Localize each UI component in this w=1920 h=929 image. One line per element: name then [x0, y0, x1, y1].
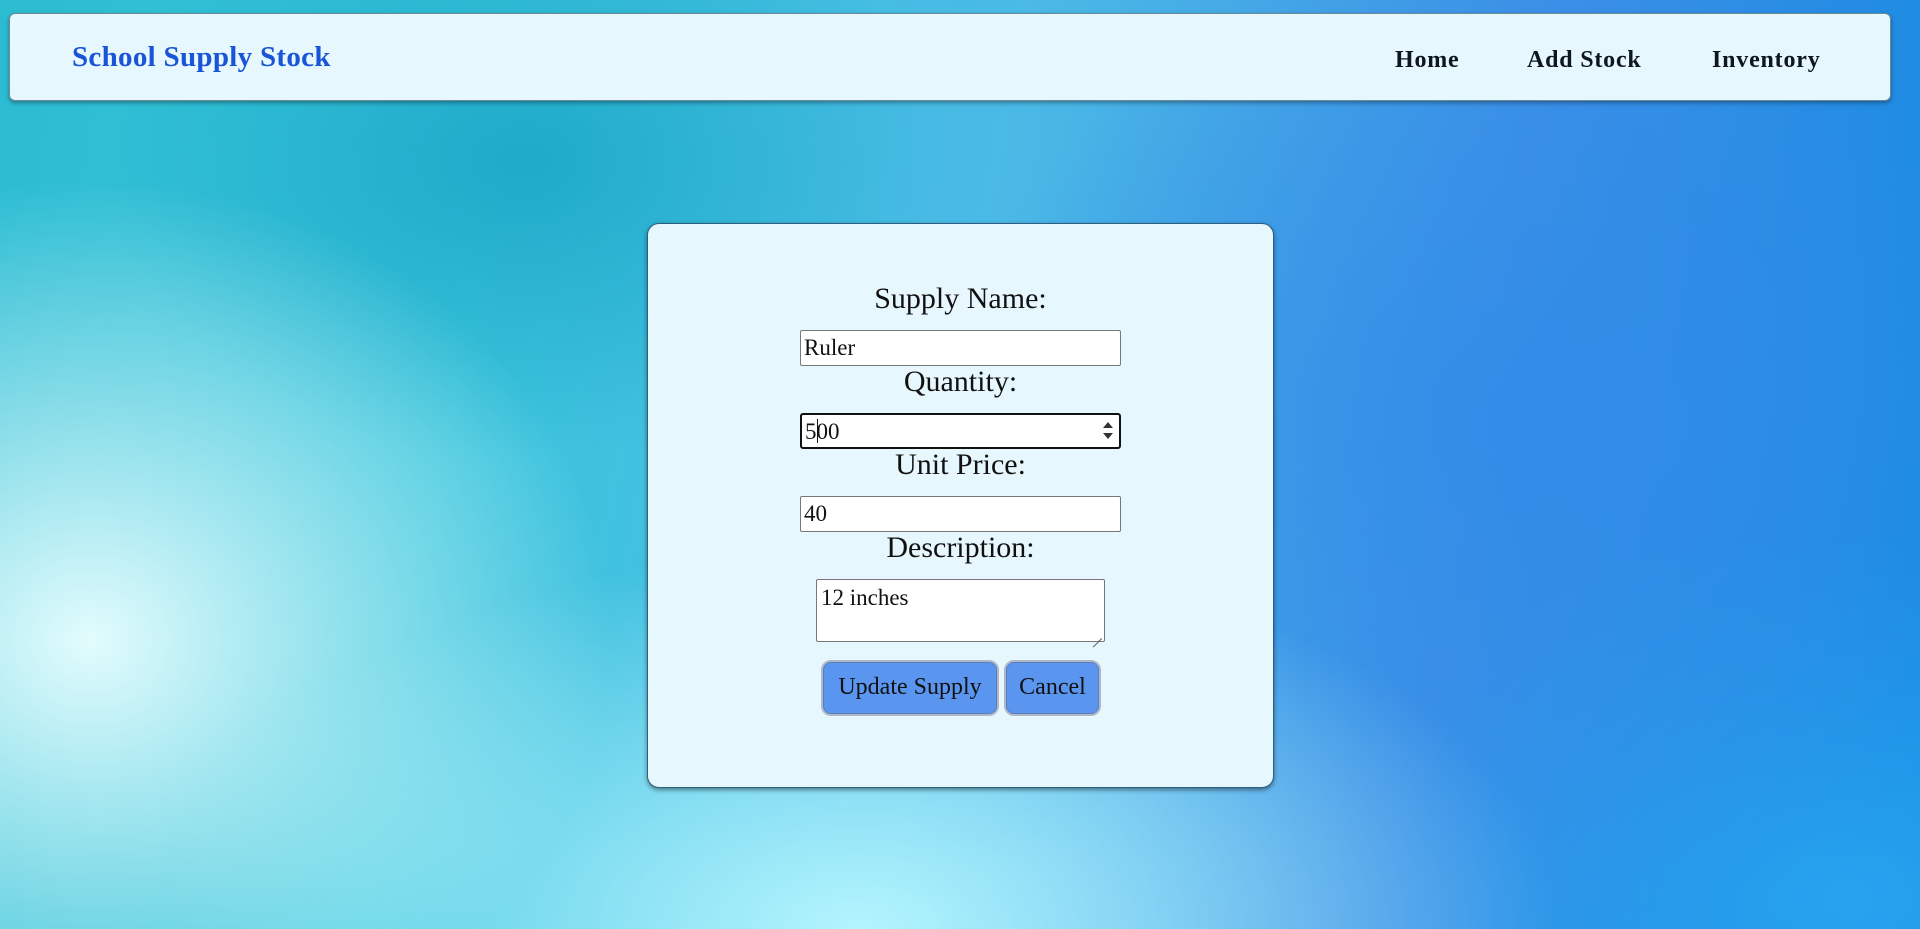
unit-price-input[interactable]: 40 [800, 496, 1121, 532]
quantity-value-start: 5 [805, 419, 817, 444]
nav-link-inventory[interactable]: Inventory [1712, 47, 1821, 74]
cancel-button[interactable]: Cancel [1004, 660, 1101, 716]
description-textarea[interactable]: 12 inches [816, 579, 1105, 642]
update-supply-button[interactable]: Update Supply [821, 660, 999, 716]
stepper-down-icon[interactable] [1103, 433, 1113, 439]
supply-name-label: Supply Name: [874, 282, 1047, 315]
description-value: 12 inches [821, 585, 909, 610]
navbar: School Supply Stock Home Add Stock Inven… [9, 13, 1891, 101]
supply-name-input[interactable]: Ruler [800, 330, 1121, 366]
resize-grip-icon[interactable] [1092, 629, 1102, 639]
quantity-input[interactable]: 500 [800, 413, 1121, 449]
stepper-up-icon[interactable] [1103, 422, 1113, 428]
nav-link-home[interactable]: Home [1395, 47, 1460, 74]
quantity-value-end: 00 [816, 419, 840, 444]
nav-link-add-stock[interactable]: Add Stock [1527, 47, 1642, 74]
quantity-label: Quantity: [903, 365, 1018, 398]
description-label: Description: [886, 531, 1035, 564]
brand-title[interactable]: School Supply Stock [72, 41, 331, 74]
edit-supply-form: Supply Name: Ruler Quantity: 500 Unit Pr… [647, 223, 1274, 788]
quantity-stepper[interactable] [1103, 420, 1113, 442]
unit-price-label: Unit Price: [895, 448, 1026, 481]
